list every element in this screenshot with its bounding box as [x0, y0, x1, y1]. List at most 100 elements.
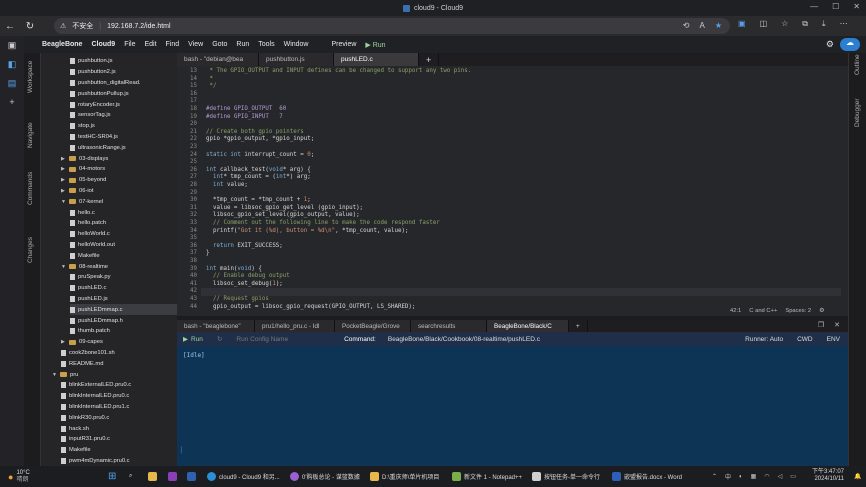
menu-cloud9[interactable]: Cloud9: [91, 41, 115, 48]
cloud9-tab-icon[interactable]: ▤: [8, 78, 17, 89]
taskbar-item-cloud9[interactable]: cloud9 - Cloud9 和另...: [207, 469, 280, 484]
cwd-button[interactable]: CWD: [797, 336, 813, 343]
url-field[interactable]: ⚠ 不安全 | 192.168.7.2/ide.html ⟲ A ★: [54, 18, 730, 34]
menu-find[interactable]: Find: [166, 41, 180, 48]
taskbar-item-task[interactable]: 按钮任务-单一命令行: [532, 469, 600, 484]
terminal-tab-bash[interactable]: bash - "beaglebone": [177, 320, 255, 332]
share-cloud-icon[interactable]: ☁: [840, 38, 860, 51]
terminal-output[interactable]: [Idle] ▏: [177, 346, 848, 466]
split-screen-icon[interactable]: ◫: [760, 19, 768, 29]
taskbar-item-word[interactable]: 嵌盟报告.docx - Word: [612, 469, 682, 484]
tree-folder[interactable]: ▼ 07-kernel: [61, 196, 103, 207]
tree-folder[interactable]: ▶ 09-capes: [61, 337, 103, 348]
tree-file[interactable]: cook2bone101.sh: [61, 348, 115, 359]
tree-file[interactable]: ultrasonicRange.js: [70, 142, 126, 153]
wifi-icon[interactable]: ◠: [764, 473, 769, 480]
volume-icon[interactable]: ◁: [778, 473, 783, 480]
tree-file[interactable]: rotaryEncoder.js: [70, 99, 120, 110]
new-terminal-tab-button[interactable]: +: [569, 320, 588, 332]
settings-gear-icon[interactable]: ⚙: [826, 39, 834, 50]
run-config-name-input[interactable]: Run Config Name: [236, 336, 288, 343]
taskbar-item-explorer[interactable]: D:\重庆师\单片机项目: [370, 469, 439, 484]
tree-file[interactable]: Makefile: [61, 445, 91, 456]
command-input[interactable]: BeagleBone/Black/Cookbook/08-realtime/pu…: [388, 336, 540, 343]
tree-file[interactable]: pushLEDmmap.c: [70, 304, 177, 316]
tree-file[interactable]: blinkExternalLED.pru0.c: [61, 380, 131, 391]
run-config-button[interactable]: ▶ Run: [183, 335, 203, 344]
tree-file[interactable]: helloWorld.c: [70, 229, 110, 240]
menu-view[interactable]: View: [188, 41, 203, 48]
menu-goto[interactable]: Goto: [212, 41, 227, 48]
navigate-panel-tab[interactable]: Navigate: [27, 122, 34, 148]
commands-panel-tab[interactable]: Commands: [27, 172, 34, 205]
ime-indicator[interactable]: 中: [725, 472, 731, 481]
cursor-position[interactable]: 42:1: [730, 308, 741, 314]
collections-icon[interactable]: ⧉: [802, 19, 808, 29]
tree-file[interactable]: hello.c: [70, 207, 95, 218]
extension-icon[interactable]: ▣: [738, 19, 746, 29]
tray-app-icon[interactable]: ▦: [751, 473, 757, 480]
tree-file[interactable]: README.md: [61, 358, 103, 369]
terminal-tab-pocketbeagle[interactable]: PocketBeagle/Grove: [335, 320, 411, 332]
tree-file[interactable]: helloWorld.out: [70, 240, 115, 251]
indent-setting[interactable]: Spaces: 2: [785, 308, 811, 314]
weather-widget[interactable]: ● 10°C 晴朗: [8, 469, 30, 484]
tree-file[interactable]: blinkInternalLED.pru0.c: [61, 391, 129, 402]
tree-file[interactable]: pushLED.js: [70, 294, 108, 305]
editor-tab-pushbutton[interactable]: pushbutton.js: [259, 53, 334, 66]
preview-button[interactable]: Preview: [332, 41, 357, 48]
menu-beaglebone[interactable]: BeagleBone: [42, 41, 82, 48]
changes-panel-tab[interactable]: Changes: [27, 237, 34, 263]
tree-folder[interactable]: ▶ 03-displays: [61, 153, 108, 164]
tree-folder[interactable]: ▼ 08-realtime: [61, 261, 108, 272]
tree-file[interactable]: inputR31.pru0.c: [61, 434, 110, 445]
debugger-panel-tab[interactable]: Debugger: [854, 98, 861, 127]
tree-file[interactable]: pwm4mDynamic.pru0.c: [61, 456, 130, 466]
workspace-panel-tab[interactable]: Workspace: [27, 61, 34, 93]
runner-select[interactable]: Runner: Auto: [745, 336, 783, 343]
search-button[interactable]: ⌕: [129, 469, 132, 484]
menu-tools[interactable]: Tools: [258, 41, 274, 48]
tree-file[interactable]: pushbutton2.js: [70, 67, 116, 78]
editor-tab-pushled[interactable]: pushLED.c: [334, 53, 419, 66]
tray-chevron-icon[interactable]: ⌃: [712, 473, 717, 480]
rerun-icon[interactable]: ↻: [217, 335, 222, 343]
tree-file[interactable]: hello.patch: [70, 218, 106, 229]
expand-down-icon[interactable]: ▼: [61, 264, 67, 270]
new-editor-tab-button[interactable]: +: [419, 53, 440, 66]
read-aloud-icon[interactable]: A: [699, 21, 704, 30]
more-icon[interactable]: ⋯: [840, 19, 848, 29]
outline-panel-tab[interactable]: Outline: [854, 54, 861, 75]
taskbar-item-notepad[interactable]: 新文件 1 - Notepad++: [452, 469, 522, 484]
menu-window[interactable]: Window: [284, 41, 309, 48]
tree-folder[interactable]: ▶ 05-beyond: [61, 175, 106, 186]
terminal-tab-searchresults[interactable]: searchresults: [411, 320, 487, 332]
reload-icon[interactable]: ↻: [20, 16, 40, 36]
expand-right-icon[interactable]: ▶: [61, 156, 67, 162]
tree-folder[interactable]: ▼ pru: [52, 369, 78, 380]
tree-file[interactable]: pushLEDmmap.h: [70, 315, 123, 326]
editor-settings-icon[interactable]: ⚙: [819, 308, 824, 314]
tree-file[interactable]: thumb.patch: [70, 326, 110, 337]
tree-file[interactable]: pruSpeak.py: [70, 272, 111, 283]
tree-file[interactable]: testHC-SR04.js: [70, 132, 118, 143]
favorites-icon[interactable]: ☆: [781, 19, 788, 29]
expand-right-icon[interactable]: ▶: [61, 188, 67, 194]
tree-file[interactable]: stop.js: [70, 121, 95, 132]
download-icon[interactable]: ⤓: [822, 19, 826, 29]
terminal-tab-hello-pru[interactable]: pru1/hello_pru.c - Idl: [255, 320, 335, 332]
app-taskbar-icon[interactable]: [168, 469, 177, 484]
battery-icon[interactable]: ▭: [790, 473, 796, 480]
app-taskbar-icon[interactable]: [187, 469, 196, 484]
expand-right-icon[interactable]: ▶: [61, 177, 67, 183]
expand-down-icon[interactable]: ▼: [61, 199, 67, 205]
translate-icon[interactable]: ⟲: [683, 21, 690, 30]
menu-edit[interactable]: Edit: [144, 41, 156, 48]
file-explorer-taskbar[interactable]: [148, 469, 157, 484]
expand-right-icon[interactable]: ▶: [61, 166, 67, 172]
tree-file[interactable]: blinkInternalLED.pru1.c: [61, 402, 129, 413]
terminal-tab-run[interactable]: BeagleBone/Black/C: [487, 320, 569, 332]
expand-right-icon[interactable]: ▶: [61, 339, 67, 345]
editor-tab-bash[interactable]: bash - "debian@bea: [177, 53, 259, 66]
menu-file[interactable]: File: [124, 41, 135, 48]
